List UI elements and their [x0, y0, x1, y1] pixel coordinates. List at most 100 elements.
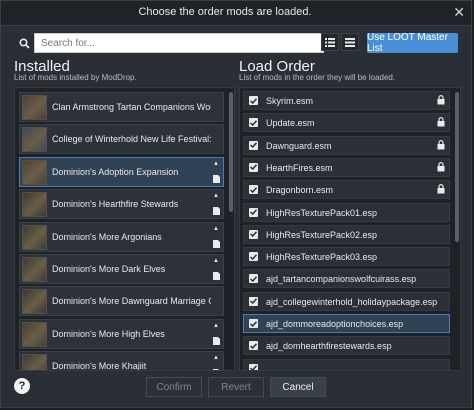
- installed-mod-row[interactable]: Dominion's More High Elves ▲: [19, 318, 224, 349]
- enabled-checkbox[interactable]: [249, 96, 258, 105]
- plugin-name: ajd_tartancompanionswolfcuirass.esp: [266, 274, 417, 285]
- lock-icon: [437, 117, 445, 127]
- installed-mod-row[interactable]: Dominion's Hearthfire Stewards ▲: [19, 189, 224, 220]
- lock-icon: [437, 161, 445, 172]
- plugin-name: ajd_collegewinterhold_holidaypackage.esp: [266, 296, 438, 307]
- installed-mod-row[interactable]: Dominion's More Khajiit ▲: [19, 351, 224, 370]
- load-order-row[interactable]: HighResTexturePack02.esp: [243, 224, 450, 244]
- file-icon: [213, 336, 220, 345]
- load-order-subheading: List of mods in the order they will be l…: [239, 73, 396, 82]
- mod-name: Dominion's More Khajiit: [52, 361, 147, 370]
- mod-name: Clan Armstrong Tartan Companions Wolf Cu…: [52, 102, 211, 112]
- help-button[interactable]: ?: [14, 378, 30, 394]
- mod-thumbnail: [22, 192, 47, 218]
- mod-thumbnail: [22, 159, 47, 185]
- installed-mod-row[interactable]: Dominion's More Argonians ▲: [19, 221, 224, 252]
- mod-name: Dominion's Hearthfire Stewards: [52, 199, 179, 210]
- lock-icon: [437, 184, 445, 194]
- mod-thumbnail: [22, 95, 47, 120]
- installed-mods-panel: Clan Armstrong Tartan Companions Wolf Cu…: [14, 87, 235, 371]
- mod-name: Dominion's More High Elves: [52, 328, 165, 339]
- installed-mods-list: Clan Armstrong Tartan Companions Wolf Cu…: [15, 88, 226, 370]
- plugin-name: ajd_domhearthfirestewards.esp: [266, 341, 392, 352]
- mod-name: Dominion's More Argonians: [52, 231, 162, 242]
- enabled-checkbox[interactable]: [249, 185, 258, 195]
- enabled-checkbox[interactable]: [249, 140, 258, 150]
- mod-thumbnail: [22, 127, 47, 153]
- search-icon: [14, 33, 34, 53]
- lock-icon: [437, 139, 445, 150]
- installed-mod-row[interactable]: College of Winterhold New Life Festival:…: [19, 124, 224, 155]
- confirm-button[interactable]: Confirm: [146, 377, 202, 397]
- load-order-row[interactable]: Dragonborn.esm: [243, 180, 450, 200]
- enabled-checkbox[interactable]: [249, 229, 258, 239]
- use-loot-master-list-button[interactable]: Use LOOT Master List: [367, 32, 458, 54]
- mod-thumbnail: [22, 354, 47, 370]
- load-order-row[interactable]: Update.esm: [243, 113, 450, 133]
- load-order-scrollbar[interactable]: [454, 88, 460, 370]
- plugin-name: HighResTexturePack03.esp: [266, 252, 378, 263]
- mod-name: Dominion's More Dawnguard Marriage Candi…: [52, 296, 211, 307]
- mod-thumbnail: [22, 257, 47, 282]
- load-order-row[interactable]: HearthFires.esm: [243, 157, 450, 177]
- enabled-checkbox[interactable]: [249, 118, 258, 128]
- list-compact-icon: [345, 37, 355, 47]
- load-order-row[interactable]: ajd_domhearthfirestewards.esp: [243, 336, 450, 356]
- plugin-name: Dragonborn.esm: [266, 185, 334, 196]
- enabled-checkbox[interactable]: [249, 274, 258, 284]
- installed-mod-row[interactable]: Clan Armstrong Tartan Companions Wolf Cu…: [19, 92, 224, 122]
- plugin-name: HearthFires.esm: [266, 162, 333, 173]
- enabled-checkbox[interactable]: [249, 319, 258, 328]
- mod-thumbnail: [22, 321, 47, 347]
- file-icon: [213, 272, 220, 280]
- file-icon: [213, 174, 220, 183]
- installed-subheading: List of mods installed by ModDrop.: [14, 73, 137, 82]
- revert-button[interactable]: Revert: [208, 377, 264, 397]
- mod-thumbnail: [22, 289, 47, 315]
- mod-thumbnail: [22, 224, 47, 250]
- info-icon: ▲: [213, 225, 219, 232]
- choose-load-order-dialog: Choose the order mods are loaded. ✕ Use …: [0, 0, 472, 408]
- load-order-row[interactable]: HighResTexturePack03.esp: [243, 247, 450, 267]
- search-input[interactable]: [34, 33, 324, 53]
- list-detail-icon: [325, 37, 335, 47]
- enabled-checkbox[interactable]: [249, 162, 258, 172]
- enabled-checkbox[interactable]: [249, 363, 258, 370]
- enabled-checkbox[interactable]: [249, 207, 258, 217]
- load-order-row[interactable]: [243, 358, 450, 370]
- info-icon: ▲: [213, 355, 219, 362]
- plugin-name: HighResTexturePack01.esp: [266, 207, 378, 218]
- plugin-name: Dawnguard.esm: [266, 140, 332, 151]
- installed-mod-row[interactable]: Dominion's More Dawnguard Marriage Candi…: [19, 286, 224, 317]
- close-icon[interactable]: ✕: [453, 4, 465, 21]
- load-order-row[interactable]: ajd_collegewinterhold_holidaypackage.esp: [243, 291, 450, 311]
- load-order-scroll-thumb[interactable]: [455, 92, 459, 242]
- enabled-checkbox[interactable]: [249, 341, 258, 351]
- compact-list-view-button[interactable]: [341, 33, 359, 51]
- plugin-name: Skyrim.esm: [266, 96, 313, 106]
- mod-name: Dominion's Adoption Expansion: [52, 166, 179, 177]
- dialog-title: Choose the order mods are loaded.: [138, 6, 312, 18]
- plugin-name: Update.esm: [266, 118, 315, 129]
- load-order-row[interactable]: ajd_dommoreadoptionchoices.esp: [243, 314, 450, 333]
- load-order-row[interactable]: HighResTexturePack01.esp: [243, 202, 450, 222]
- file-icon: [213, 207, 220, 216]
- info-icon: ▲: [213, 193, 219, 200]
- installed-mod-row[interactable]: Dominion's More Dark Elves ▲: [19, 254, 224, 284]
- load-order-row[interactable]: Skyrim.esm: [243, 91, 450, 110]
- plugin-name: ajd_dommoreadoptionchoices.esp: [266, 319, 404, 329]
- mod-name: Dominion's More Dark Elves: [52, 264, 166, 274]
- detailed-list-view-button[interactable]: [321, 33, 339, 51]
- cancel-button[interactable]: Cancel: [270, 377, 326, 397]
- info-icon: ▲: [213, 160, 219, 167]
- load-order-row[interactable]: Dawnguard.esm: [243, 135, 450, 155]
- title-bar: Choose the order mods are loaded. ✕: [1, 1, 471, 26]
- enabled-checkbox[interactable]: [249, 252, 258, 262]
- installed-scrollbar[interactable]: [228, 88, 234, 370]
- file-icon: [213, 239, 220, 248]
- load-order-row[interactable]: ajd_tartancompanionswolfcuirass.esp: [243, 269, 450, 289]
- enabled-checkbox[interactable]: [249, 296, 258, 306]
- installed-scroll-thumb[interactable]: [229, 92, 233, 212]
- installed-mod-row[interactable]: Dominion's Adoption Expansion ▲: [19, 156, 224, 187]
- mod-name: College of Winterhold New Life Festival:…: [52, 134, 211, 145]
